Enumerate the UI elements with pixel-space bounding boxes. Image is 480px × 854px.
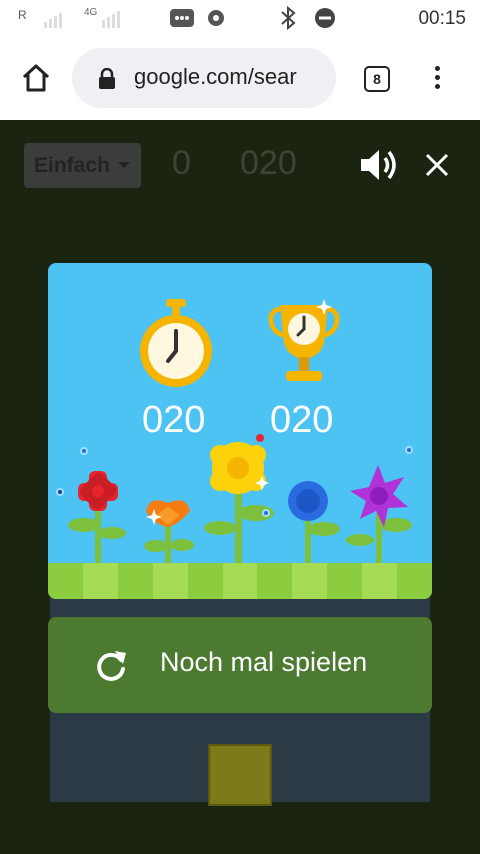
home-icon[interactable] [20, 62, 52, 94]
carrier-label: R [18, 8, 27, 22]
notification-icons [170, 9, 224, 27]
lock-icon [99, 68, 115, 89]
tab-switcher-button[interactable]: 8 [364, 66, 390, 92]
flower-garden-illustration [56, 434, 413, 566]
close-icon[interactable] [424, 152, 450, 178]
score-counter: 0 [172, 144, 191, 182]
url-text[interactable]: google.com/sear [134, 64, 297, 90]
game-area: Einfach 0 020 020 020 Noch mal spielen [0, 120, 480, 854]
address-bar[interactable]: google.com/sear [72, 48, 336, 108]
chevron-down-icon [118, 162, 130, 168]
overflow-menu-icon[interactable] [430, 66, 444, 92]
blue-flower [288, 481, 328, 521]
yellow-flower [210, 442, 266, 494]
play-again-label: Noch mal spielen [160, 647, 368, 677]
clock: 00:15 [418, 8, 466, 29]
sound-icon[interactable] [358, 146, 400, 184]
board-tile [208, 744, 272, 806]
stopwatch-icon [140, 299, 212, 387]
browser-toolbar: google.com/sear 8 [0, 36, 480, 120]
result-panel: 020 020 [48, 263, 432, 599]
ladybug-icon [256, 434, 264, 442]
difficulty-dropdown[interactable]: Einfach [24, 143, 141, 188]
replay-icon [97, 651, 126, 681]
play-again-button[interactable]: Noch mal spielen [48, 617, 432, 713]
signal-strength-icon [44, 11, 120, 28]
difficulty-label: Einfach [34, 154, 110, 177]
elapsed-time-value: 020 [142, 399, 206, 441]
grass-ground [48, 563, 432, 599]
system-icons [281, 6, 335, 30]
status-bar: R 4G 00:15 [0, 0, 480, 36]
game-timer: 020 [240, 144, 297, 182]
trophy-icon [268, 299, 340, 381]
network-type-label: 4G [84, 7, 98, 18]
red-flower [78, 471, 118, 511]
best-time-value: 020 [270, 399, 334, 441]
bluetooth-icon [281, 6, 296, 30]
